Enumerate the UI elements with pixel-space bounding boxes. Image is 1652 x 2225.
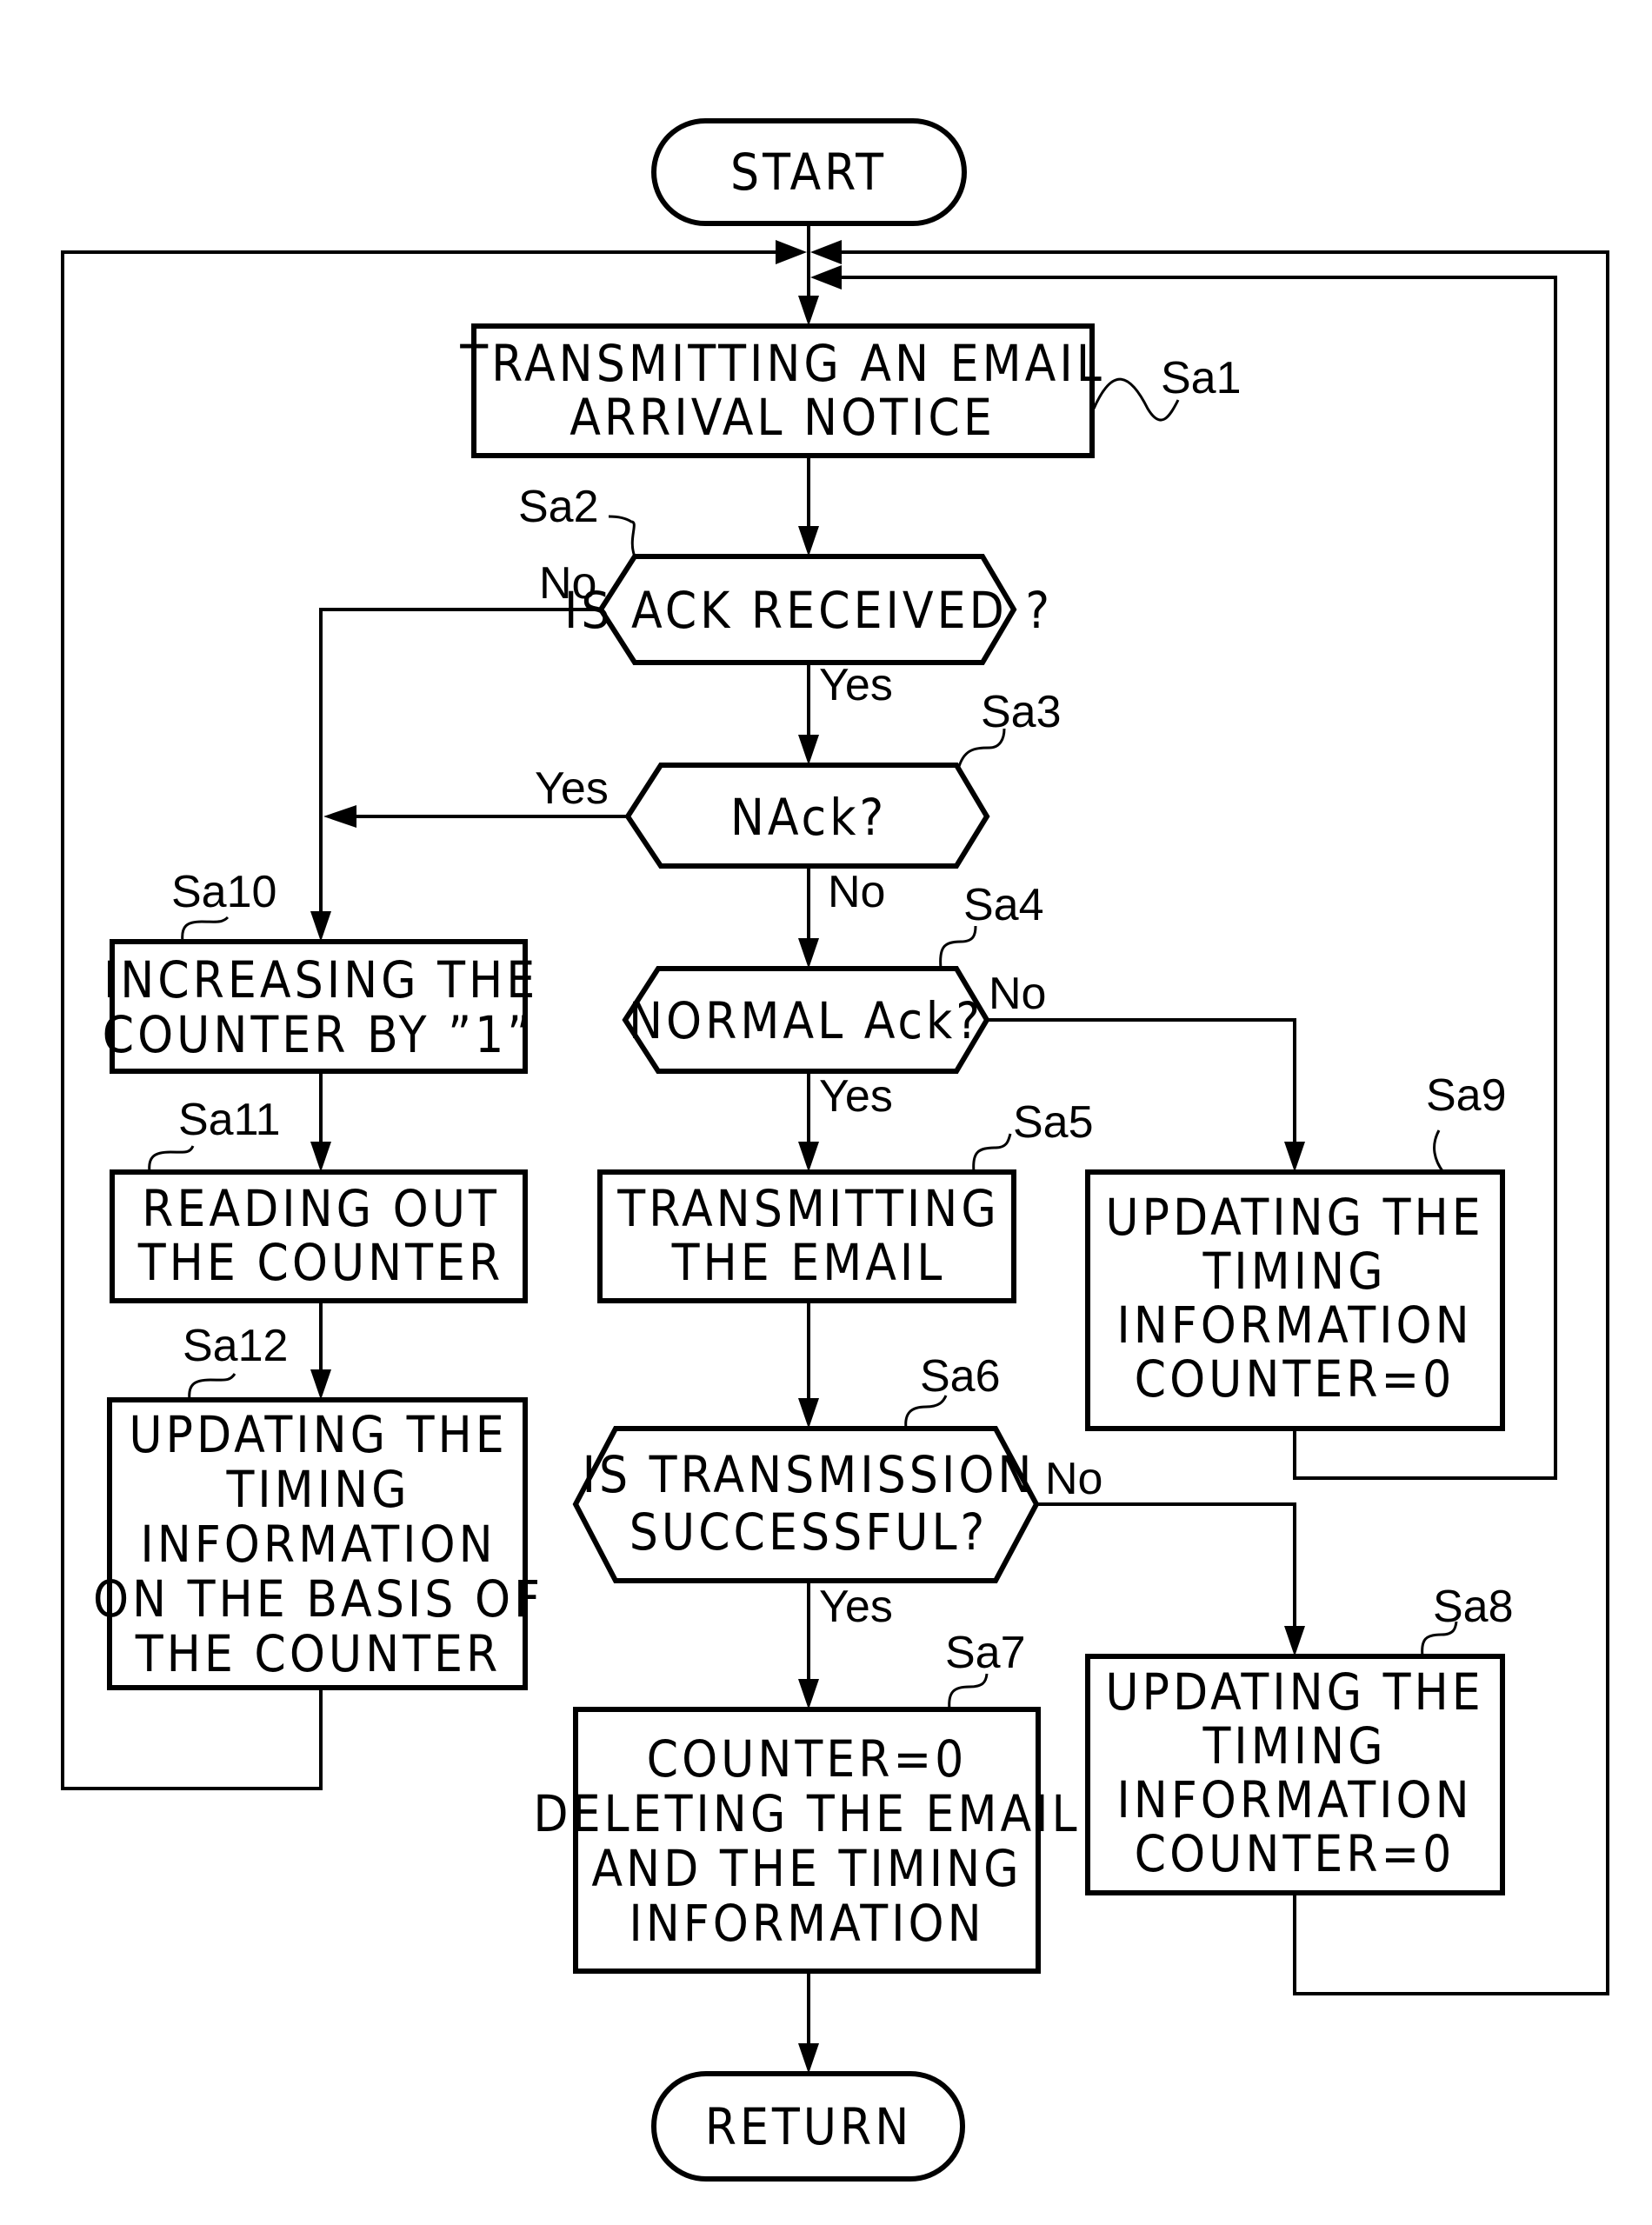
arrowhead-sa6 [798,1398,819,1429]
step-sa8-line2: TIMING [1202,1716,1386,1775]
step-sa5-line1: TRANSMITTING [616,1179,1000,1238]
arrowhead-sa3-yes [323,805,356,828]
step-sa8-line4: COUNTER=0 [1135,1824,1455,1883]
step-sa11-line1: READING OUT [142,1179,500,1238]
step-sa12-line4: ON THE BASIS OF [93,1569,543,1629]
arrowhead-outer-right-loop [810,240,842,264]
start-label: START [730,143,887,202]
arrowhead-sa4 [798,938,819,969]
step-sa5: TRANSMITTING THE EMAIL Sa5 [597,1097,1094,1303]
ref-label-sa3: Sa3 [981,687,1062,737]
ref-leader-sa9 [1433,1129,1445,1173]
ref-label-sa8: Sa8 [1433,1582,1514,1632]
step-sa12-line1: UPDATING THE [129,1405,507,1464]
arrowhead-sa11 [310,1142,331,1172]
step-sa10-line2: COUNTER BY ”1” [103,1005,535,1064]
arrowhead-sa9 [1284,1142,1305,1172]
arrowhead-sa3 [798,735,819,765]
step-sa5-line2: THE EMAIL [671,1233,946,1292]
branch-label-sa2-yes: Yes [819,660,893,710]
step-sa3-line1: NAck? [730,788,887,847]
step-sa12-line5: THE COUNTER [135,1624,501,1683]
step-sa4-line1: NORMAL Ack? [629,991,983,1050]
step-sa7-line2: DELETING THE EMAIL [533,1784,1080,1843]
ref-label-sa5: Sa5 [1013,1097,1094,1148]
ref-label-sa10: Sa10 [171,867,276,917]
ref-leader-sa2 [608,515,636,557]
step-sa9-line4: COUNTER=0 [1135,1349,1455,1409]
step-sa6-line2: SUCCESSFUL? [629,1502,988,1562]
branch-label-sa2-no: No [539,558,596,609]
step-sa1-line2: ARRIVAL NOTICE [570,388,996,447]
ref-label-sa2: Sa2 [518,482,599,532]
arrowhead-sa10 [310,911,331,942]
step-sa7-line3: AND THE TIMING [591,1839,1022,1898]
step-sa9-line1: UPDATING THE [1105,1188,1483,1247]
return-label: RETURN [705,2097,913,2156]
ref-label-sa6: Sa6 [920,1351,1001,1402]
arrowhead-return [798,2043,819,2074]
step-sa9-line2: TIMING [1202,1242,1386,1301]
branch-label-sa3-yes: Yes [535,763,609,814]
branch-label-sa4-no: No [989,969,1046,1019]
step-sa12-line3: INFORMATION [140,1515,496,1574]
step-sa1: TRANSMITTING AN EMAIL ARRIVAL NOTICE Sa1 [459,323,1242,458]
arrowhead-inner-right-loop [810,265,842,290]
start-terminal: START [651,118,967,226]
ref-leader-sa10 [181,916,230,943]
step-sa6: IS TRANSMISSION SUCCESSFUL? Sa6 No Yes [572,1351,1102,1632]
step-sa7-line1: COUNTER=0 [647,1729,968,1789]
step-sa9-line3: INFORMATION [1116,1296,1472,1355]
arrowhead-sa5 [798,1142,819,1172]
step-sa2-line1: IS ACK RECEIVED ? [564,581,1053,640]
step-sa8-line1: UPDATING THE [1105,1662,1483,1722]
branch-label-sa3-no: No [828,867,885,917]
ref-leader-sa12 [188,1373,236,1401]
step-sa11: READING OUT THE COUNTER Sa11 [110,1095,528,1303]
step-sa8-line3: INFORMATION [1116,1770,1472,1829]
step-sa2: IS ACK RECEIVED ? Sa2 No Yes [518,482,1053,710]
step-sa6-line1: IS TRANSMISSION [583,1445,1036,1504]
ref-leader-sa5 [972,1133,1012,1173]
arrowhead-sa7 [798,1679,819,1709]
ref-leader-sa4 [939,925,977,969]
step-sa12-line2: TIMING [225,1460,410,1519]
ref-leader-sa7 [948,1673,989,1710]
step-sa10-line1: INCREASING THE [103,950,538,1009]
return-terminal: RETURN [651,2071,965,2182]
arrowhead-sa1 [798,296,819,326]
ref-label-sa9: Sa9 [1426,1070,1507,1121]
edge-sa6-no [1036,1502,1296,1632]
ref-leader-sa11 [148,1145,195,1173]
step-sa7-line4: INFORMATION [629,1894,984,1953]
arrowhead-sa8 [1284,1626,1305,1656]
ref-label-sa11: Sa11 [178,1095,281,1145]
arrowhead-left-loop [776,240,807,264]
ref-label-sa12: Sa12 [183,1321,288,1371]
flowchart: START TRANSMITTING AN EMAIL ARRIVAL NOTI… [61,118,1609,2182]
edge-sa2-no [319,608,601,913]
arrowhead-sa2 [798,526,819,556]
branch-label-sa4-yes: Yes [819,1071,893,1122]
ref-label-sa1: Sa1 [1161,353,1242,403]
branch-label-sa6-no: No [1045,1454,1102,1504]
ref-label-sa7: Sa7 [945,1628,1026,1678]
step-sa9: UPDATING THE TIMING INFORMATION COUNTER=… [1085,1070,1507,1431]
arrowhead-sa12 [310,1369,331,1400]
step-sa1-line1: TRANSMITTING AN EMAIL [459,334,1105,393]
ref-label-sa4: Sa4 [963,880,1044,930]
branch-label-sa6-yes: Yes [819,1582,893,1632]
step-sa11-line2: THE COUNTER [137,1233,503,1292]
